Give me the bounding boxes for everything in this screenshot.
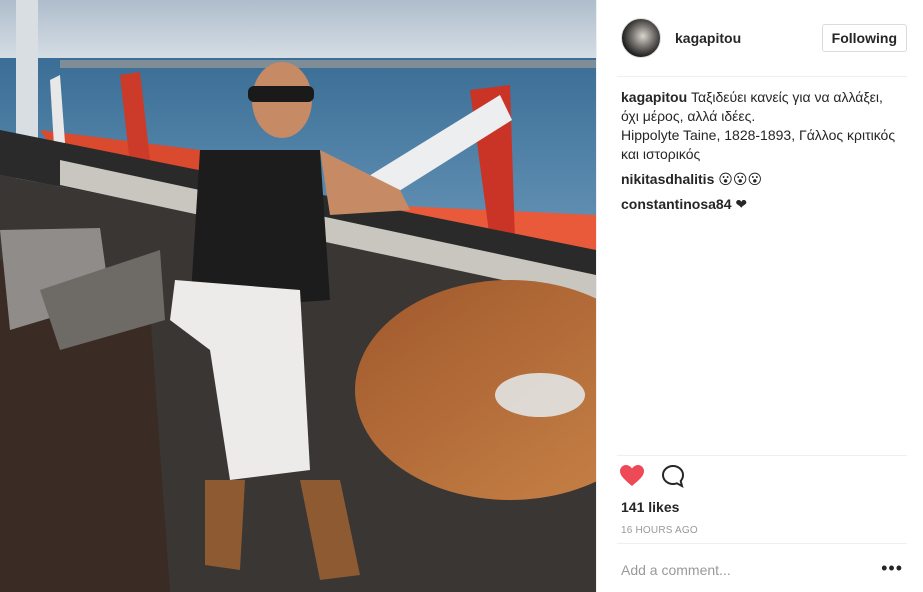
post-timestamp[interactable]: 16 HOURS AGO [621,525,698,536]
comment-username[interactable]: constantinosa84 [621,196,731,212]
post-photo[interactable] [0,0,596,592]
caption-username[interactable]: kagapitou [621,89,687,105]
photo-scene [0,0,596,592]
actions-divider [617,455,907,456]
following-button[interactable]: Following [821,24,907,52]
caption-line-3: Hippolyte Taine, 1828-1893, Γάλλος κριτι… [621,127,896,143]
likes-count[interactable]: 141 likes [621,499,679,515]
caption-line-4: και ιστορικός [621,146,701,162]
comment-bubble-icon[interactable] [661,464,685,493]
comments-section: kagapitou Ταξιδεύει κανείς για να αλλάξε… [621,88,905,220]
instagram-post: kagapitou Following kagapitou Ταξιδεύει … [0,0,923,592]
caption-line-2: όχι μέρος, αλλά ιδέες. [621,108,756,124]
heart-icon[interactable] [619,464,645,493]
add-comment-input[interactable]: Add a comment... [621,562,731,578]
post-sidebar: kagapitou Following kagapitou Ταξιδεύει … [596,0,923,592]
comment-username[interactable]: nikitasdhalitis [621,171,714,187]
caption: kagapitou Ταξιδεύει κανείς για να αλλάξε… [621,88,905,164]
comment-item: nikitasdhalitis 😮😮😮 [621,170,905,189]
header-divider [617,76,907,77]
action-bar [619,464,685,493]
caption-line-1: Ταξιδεύει κανείς για να αλλάξει, [691,89,883,105]
comment-item: constantinosa84 ❤ [621,195,905,214]
comment-text: ❤ [735,196,748,212]
avatar[interactable] [621,18,661,58]
comment-divider [617,543,907,544]
more-options-icon[interactable]: ••• [881,559,903,577]
comment-text: 😮😮😮 [718,171,763,187]
header-username[interactable]: kagapitou [675,30,741,46]
post-header: kagapitou Following [621,16,907,60]
